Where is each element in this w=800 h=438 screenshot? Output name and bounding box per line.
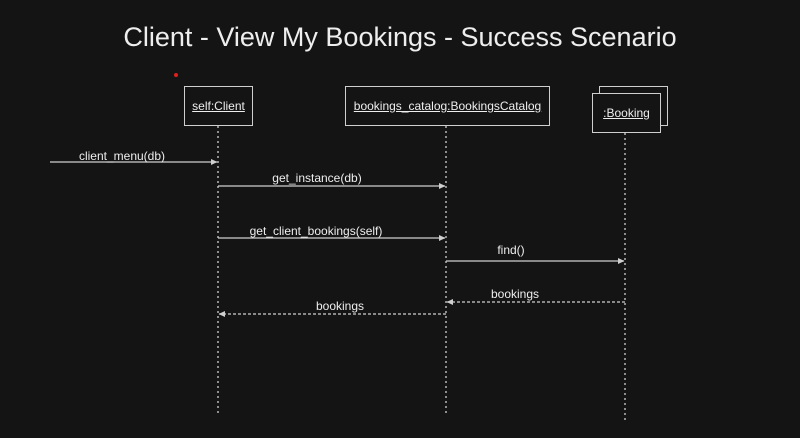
message-label-get-client-bookings: get_client_bookings(self) [249,224,383,238]
lifeline-catalog-box[interactable]: bookings_catalog:BookingsCatalog [345,86,550,126]
message-label-get-instance: get_instance(db) [272,171,362,185]
sequence-diagram-canvas [50,126,626,422]
lifeline-client-box[interactable]: self:Client [184,86,253,126]
message-label-find: find() [497,243,525,257]
message-label-bookings-return-1: bookings [490,287,540,301]
lifeline-client-label: self:Client [192,99,245,113]
message-label-bookings-return-2: bookings [315,299,365,313]
lifeline-booking-box[interactable]: :Booking [592,93,661,133]
lifeline-booking-label: :Booking [603,106,650,120]
message-label-client-menu: client_menu(db) [78,149,166,163]
lifeline-catalog-label: bookings_catalog:BookingsCatalog [353,99,542,113]
